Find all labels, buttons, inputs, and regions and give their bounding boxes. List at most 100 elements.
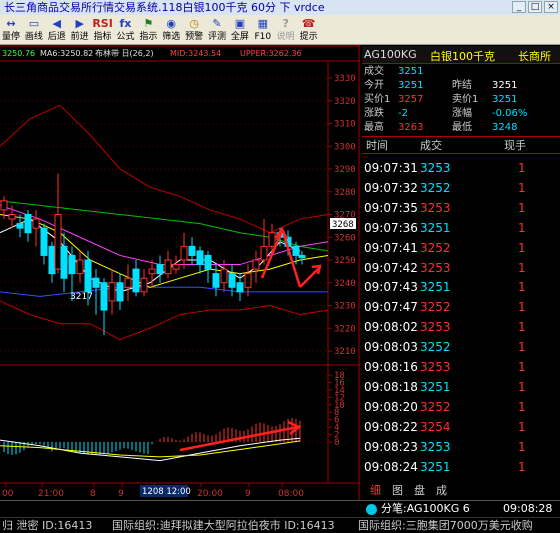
- tick-volume: 1: [518, 320, 526, 335]
- tick-row[interactable]: 09:08:18 3251 1: [362, 377, 560, 397]
- tab-orderbook[interactable]: 盘: [414, 483, 425, 499]
- price-axis-label: 3320: [334, 97, 356, 107]
- tick-time: 09:07:31: [364, 161, 418, 175]
- tick-price: 3253: [420, 320, 451, 335]
- price-axis-label: 3230: [334, 302, 356, 312]
- ticks-header: 时间 成交 现手: [362, 136, 560, 154]
- toolbar-filter-button[interactable]: ◉ 筛选: [160, 15, 182, 45]
- candle-body: [180, 245, 188, 261]
- tick-row[interactable]: 09:08:22 3254 1: [362, 417, 560, 437]
- tick-price: 3254: [420, 419, 451, 434]
- tick-row[interactable]: 09:07:41 3252 1: [362, 238, 560, 258]
- toolbar-help-button[interactable]: ? 说明: [275, 15, 297, 45]
- candle-body: [0, 200, 8, 211]
- toolbar-indicator-button[interactable]: RSI 指标: [92, 15, 114, 45]
- tab-trades[interactable]: 成: [436, 483, 447, 499]
- quote-row: 买价1 3257 卖价1 3251: [362, 93, 560, 107]
- candle-body: [252, 259, 260, 270]
- candle-body: [48, 245, 56, 275]
- news-item-1[interactable]: 归 泄密 ID:16413: [2, 518, 92, 533]
- tick-price: 3251: [420, 280, 451, 295]
- candle-body: [292, 245, 300, 256]
- news-item-2[interactable]: 国际组织:迪拜拟建大型阿拉伯夜市 ID:16413: [112, 518, 335, 533]
- tick-row[interactable]: 09:08:03 3252 1: [362, 337, 560, 357]
- kline-chart[interactable]: 3250.76 MA6:3250.82 布林带 日(26,2) MID:3243…: [0, 45, 360, 501]
- toolbar-back-button[interactable]: ◀ 后退: [46, 15, 68, 45]
- candle-body: [268, 232, 276, 247]
- tick-volume: 1: [518, 300, 526, 315]
- close-button[interactable]: ×: [544, 1, 558, 13]
- tick-volume: 1: [518, 180, 526, 195]
- tick-row[interactable]: 09:07:43 3251 1: [362, 277, 560, 297]
- toolbar-label: 后退: [47, 32, 66, 42]
- toolbar-label: F10: [254, 32, 272, 42]
- fullscreen-icon: ▣: [234, 17, 246, 30]
- indicator-value: 3250.76: [2, 49, 35, 58]
- status-bar: 分笔:AG100KG 6 09:08:28: [0, 500, 560, 517]
- boll-label: 布林带 日(26,2): [95, 48, 154, 58]
- candle-body: [108, 282, 116, 302]
- tick-time: 09:08:16: [364, 360, 418, 374]
- toolbar-alert-button[interactable]: ◷ 预警: [183, 15, 205, 45]
- tick-row[interactable]: 09:08:20 3252 1: [362, 397, 560, 417]
- upper-value: UPPER:3262.36: [240, 49, 302, 58]
- candle-body: [228, 273, 236, 288]
- news-item-3[interactable]: 国际组织:三胞集团7000万美元收购: [358, 518, 533, 533]
- toolbar-formula-button[interactable]: fx 公式: [114, 15, 136, 45]
- tick-time: 09:07:41: [364, 240, 418, 255]
- minimize-button[interactable]: _: [512, 1, 526, 13]
- candle-body: [116, 282, 124, 302]
- candle-body: [298, 254, 306, 259]
- tick-price: 3251: [420, 379, 451, 394]
- toolbar-notice-button[interactable]: ☎ 提示: [298, 15, 320, 45]
- price-axis-label: 3280: [334, 188, 356, 198]
- toolbar-lock-volume-button[interactable]: ↔ 量停: [0, 15, 22, 45]
- maximize-button[interactable]: □: [528, 1, 542, 13]
- quote-label: 昨结: [452, 80, 472, 91]
- toolbar-label: 指示: [139, 32, 158, 42]
- time-axis-label: 00: [2, 489, 14, 499]
- tick-row[interactable]: 09:07:47 3252 1: [362, 297, 560, 317]
- tick-row[interactable]: 09:07:42 3253 1: [362, 258, 560, 278]
- tick-row[interactable]: 09:07:36 3251 1: [362, 218, 560, 238]
- toolbar-label: 公式: [116, 32, 135, 42]
- candle-body: [212, 273, 220, 288]
- toolbar-f10-button[interactable]: ▦ F10: [252, 15, 274, 45]
- indicator-icon: RSI: [92, 17, 113, 30]
- tick-row[interactable]: 09:08:16 3253 1: [362, 357, 560, 377]
- toolbar-draw-line-button[interactable]: ▭ 画线: [23, 15, 45, 45]
- toolbar-hint-button[interactable]: ⚑ 指示: [137, 15, 159, 45]
- tick-row[interactable]: 09:07:32 3252 1: [362, 178, 560, 198]
- tab-chart[interactable]: 图: [392, 483, 403, 499]
- tick-row[interactable]: 09:08:23 3253 1: [362, 437, 560, 457]
- tick-row[interactable]: 09:07:31 3253 1: [362, 158, 560, 178]
- candle-body: [92, 277, 100, 288]
- tick-row[interactable]: 09:07:35 3253 1: [362, 198, 560, 218]
- tab-detail[interactable]: 细: [370, 483, 381, 499]
- quote-label: 成交: [364, 66, 384, 77]
- hint-icon: ⚑: [143, 17, 154, 30]
- news-ticker[interactable]: 归 泄密 ID:16413 国际组织:迪拜拟建大型阿拉伯夜市 ID:16413 …: [0, 517, 560, 533]
- quote-panel: AG100KG 白银100千克 长商所 成交 3251 今开 3251 昨结 3251 买价…: [362, 46, 560, 502]
- quote-value: 3251: [492, 80, 518, 91]
- toolbar-forward-button[interactable]: ▶ 前进: [69, 15, 91, 45]
- forward-icon: ▶: [75, 17, 84, 30]
- tick-price: 3252: [420, 399, 451, 414]
- price-axis-label: 3220: [334, 324, 356, 334]
- help-icon: ?: [282, 17, 289, 30]
- tick-time: 09:08:18: [364, 379, 418, 394]
- candle-body: [156, 264, 164, 275]
- filter-icon: ◉: [166, 17, 177, 30]
- tick-row[interactable]: 09:08:02 3253 1: [362, 317, 560, 337]
- toolbar-label: 前进: [70, 32, 89, 42]
- tick-row[interactable]: 09:08:24 3251 1: [362, 457, 560, 477]
- time-cursor-label: 1208 12:00: [142, 487, 191, 497]
- toolbar-fullscreen-button[interactable]: ▣ 全屏: [229, 15, 251, 45]
- tick-volume: 1: [518, 240, 526, 255]
- back-icon: ◀: [52, 17, 62, 30]
- toolbar-evaluate-button[interactable]: ✎ 评测: [206, 15, 228, 45]
- toolbar-label: 筛选: [162, 32, 181, 42]
- time-axis-label: 21:00: [38, 489, 64, 499]
- quote-label: 买价1: [364, 94, 391, 105]
- evaluate-icon: ✎: [212, 17, 222, 30]
